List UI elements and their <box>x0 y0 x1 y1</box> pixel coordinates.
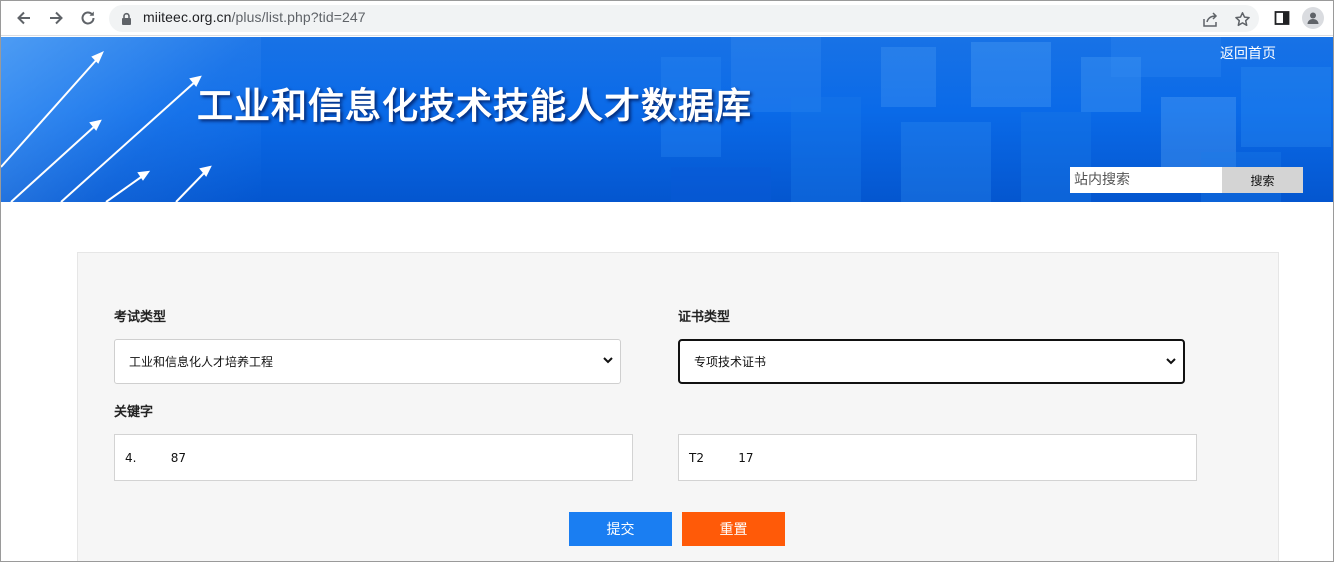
chevron-down-icon <box>1165 355 1177 370</box>
submit-button[interactable]: 提交 <box>569 512 672 546</box>
url-host: miiteec.org.cn <box>143 9 232 25</box>
share-icon[interactable] <box>1200 9 1220 29</box>
site-search-input[interactable] <box>1070 167 1222 193</box>
browser-toolbar: miiteec.org.cn/plus/list.php?tid=247 <box>1 1 1333 36</box>
keyword-label: 关键字 <box>114 405 154 420</box>
cert-type-select[interactable]: 专项技术证书 <box>678 339 1185 384</box>
bookmark-star-icon[interactable] <box>1232 9 1252 29</box>
keyword-input-2-value: T2 17 <box>689 450 754 465</box>
reload-icon[interactable] <box>75 5 101 31</box>
url-text: miiteec.org.cn/plus/list.php?tid=247 <box>143 9 366 25</box>
address-bar[interactable]: miiteec.org.cn/plus/list.php?tid=247 <box>109 5 1259 32</box>
query-form-panel: 考试类型 工业和信息化人才培养工程 证书类型 专项技术证书 关键字 4. 87 … <box>77 252 1279 561</box>
chevron-down-icon <box>602 354 614 369</box>
browser-window: miiteec.org.cn/plus/list.php?tid=247 工业和… <box>0 0 1334 562</box>
keyword-input-2[interactable]: T2 17 <box>678 434 1197 481</box>
home-link[interactable]: 返回首页 <box>1220 43 1276 63</box>
exam-type-label: 考试类型 <box>114 310 167 325</box>
site-banner: 工业和信息化技术技能人才数据库 返回首页 搜索 <box>1 37 1333 202</box>
exam-type-select[interactable]: 工业和信息化人才培养工程 <box>114 339 621 384</box>
keyword-input-1[interactable]: 4. 87 <box>114 434 633 481</box>
exam-type-value: 工业和信息化人才培养工程 <box>129 355 274 369</box>
cert-type-value: 专项技术证书 <box>694 355 767 369</box>
cert-type-label: 证书类型 <box>678 310 731 325</box>
site-search-button[interactable]: 搜索 <box>1222 167 1303 193</box>
reset-button[interactable]: 重置 <box>682 512 785 546</box>
url-path: /plus/list.php?tid=247 <box>231 9 366 25</box>
profile-avatar-icon[interactable] <box>1302 7 1324 29</box>
lock-icon <box>121 11 132 30</box>
side-panel-icon[interactable] <box>1269 5 1295 31</box>
site-title: 工业和信息化技术技能人才数据库 <box>197 85 753 127</box>
keyword-input-1-value: 4. 87 <box>125 450 187 465</box>
forward-icon[interactable] <box>43 5 69 31</box>
back-icon[interactable] <box>11 5 37 31</box>
